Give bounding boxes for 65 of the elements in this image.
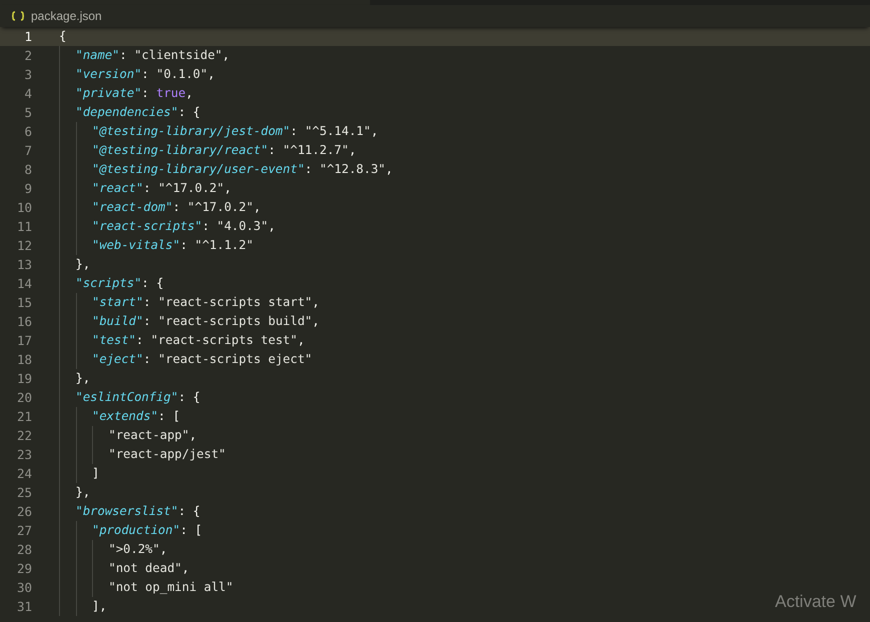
code-line: "react-dom": "^17.0.2",: [92, 199, 261, 216]
line-number: 15: [16, 295, 32, 310]
line-number: 14: [16, 276, 32, 291]
line-number: 9: [23, 181, 32, 196]
code-line: "eslintConfig": {: [76, 389, 200, 406]
line-number: 18: [16, 352, 32, 367]
line-number: 17: [16, 333, 32, 348]
line-number: 8: [23, 162, 32, 177]
braces-icon: [11, 11, 25, 21]
line-number: 27: [16, 523, 32, 538]
line-number: 19: [16, 371, 32, 386]
code-line: ],: [92, 598, 107, 615]
line-number: 21: [16, 409, 32, 424]
line-number: 29: [16, 561, 32, 576]
line-number: 22: [16, 428, 32, 443]
code-line: "react": "^17.0.2",: [92, 180, 232, 197]
line-number: 23: [16, 447, 32, 462]
line-number: 3: [23, 67, 32, 82]
line-number: 2: [23, 48, 32, 63]
code-line: },: [76, 256, 90, 273]
code-line: "@testing-library/user-event": "^12.8.3",: [92, 161, 393, 178]
code-line: "@testing-library/jest-dom": "^5.14.1",: [92, 123, 378, 140]
code-line: "extends": [: [92, 408, 180, 425]
code-line: "web-vitals": "^1.1.2": [92, 237, 254, 254]
code-line: ]: [92, 465, 100, 482]
code-line: },: [76, 484, 90, 501]
line-number: 10: [16, 200, 32, 215]
code-line: ">0.2%",: [108, 541, 168, 558]
line-number: 31: [16, 599, 32, 614]
line-number: 1: [23, 29, 32, 44]
activation-notice: Activate W: [775, 592, 856, 611]
code-line: "dependencies": {: [76, 104, 200, 121]
code-line: "scripts": {: [76, 275, 164, 292]
line-number: 16: [16, 314, 32, 329]
line-number: 28: [16, 542, 32, 557]
code-line: "test": "react-scripts test",: [92, 332, 305, 349]
line-number: 13: [16, 257, 32, 272]
line-number: 26: [16, 504, 32, 519]
code-line: "version": "0.1.0",: [76, 66, 215, 83]
code-line: "@testing-library/react": "^11.2.7",: [92, 142, 356, 159]
line-number: 20: [16, 390, 32, 405]
line-number: 24: [16, 466, 32, 481]
code-line: "not dead",: [108, 560, 190, 577]
line-number: 25: [16, 485, 32, 500]
line-number: 7: [23, 143, 32, 158]
code-line: "name": "clientside",: [76, 47, 230, 64]
code-line: "build": "react-scripts build",: [92, 313, 320, 330]
code-line: "browserslist": {: [76, 503, 200, 520]
line-number: 5: [23, 105, 32, 120]
code-line: },: [76, 370, 90, 387]
breadcrumb-file[interactable]: package.json: [31, 9, 102, 23]
code-line: "private": true,: [76, 85, 193, 102]
code-line: "react-scripts": "4.0.3",: [92, 218, 276, 235]
line-number: 30: [16, 580, 32, 595]
line-number: 6: [23, 124, 32, 139]
code-line: "production": [: [92, 522, 202, 539]
code-line: "react-app/jest": [108, 446, 226, 463]
code-line: {: [59, 28, 66, 45]
line-number: 11: [16, 219, 32, 234]
code-line: "start": "react-scripts start",: [92, 294, 320, 311]
line-number: 4: [23, 86, 32, 101]
code-line: "not op_mini all": [108, 579, 234, 596]
code-line: "eject": "react-scripts eject": [92, 351, 312, 368]
code-line: "react-app",: [108, 427, 197, 444]
line-number: 12: [16, 238, 32, 253]
